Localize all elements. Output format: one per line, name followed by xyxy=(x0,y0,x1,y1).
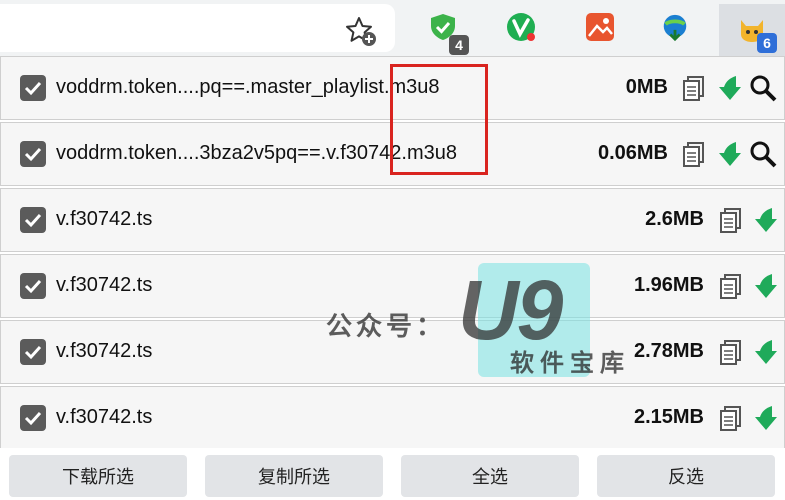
search-icon[interactable] xyxy=(748,139,778,169)
cat-extension-badge: 6 xyxy=(757,33,777,53)
select-all-button[interactable]: 全选 xyxy=(401,455,579,497)
file-size: 1.96MB xyxy=(633,274,704,296)
download-icon[interactable] xyxy=(714,139,744,169)
image-extension-icon[interactable] xyxy=(585,12,615,42)
v-extension-icon[interactable] xyxy=(506,12,536,42)
copy-icon[interactable] xyxy=(716,271,746,301)
item-checkbox[interactable] xyxy=(20,141,46,167)
browser-toolbar: 4 6 xyxy=(0,0,785,56)
file-size: 2.15MB xyxy=(633,406,704,428)
watermark-prefix: 公众号： xyxy=(326,311,447,341)
shield-extension-badge: 4 xyxy=(449,35,469,55)
action-bar: 下载所选 复制所选 全选 反选 xyxy=(0,448,785,500)
download-selected-button[interactable]: 下载所选 xyxy=(9,455,187,497)
search-icon[interactable] xyxy=(748,73,778,103)
download-icon[interactable] xyxy=(750,403,780,433)
copy-icon[interactable] xyxy=(716,205,746,235)
copy-icon[interactable] xyxy=(716,403,746,433)
invert-selection-button[interactable]: 反选 xyxy=(597,455,775,497)
file-name: v.f30742.ts xyxy=(56,340,153,362)
download-icon[interactable] xyxy=(750,205,780,235)
download-icon[interactable] xyxy=(750,271,780,301)
download-icon[interactable] xyxy=(750,337,780,367)
highlight-box xyxy=(390,64,488,175)
file-size: 0.06MB xyxy=(597,142,668,164)
item-checkbox[interactable] xyxy=(20,273,46,299)
idm-extension-icon[interactable] xyxy=(660,12,690,42)
file-name: v.f30742.ts xyxy=(56,208,153,230)
bookmark-star-icon[interactable] xyxy=(344,14,378,48)
file-name: v.f30742.ts xyxy=(56,406,153,428)
file-name: v.f30742.ts xyxy=(56,274,153,296)
watermark-suffix: 软件宝库 xyxy=(510,350,630,377)
file-size: 0MB xyxy=(625,76,668,98)
list-item[interactable]: v.f30742.ts 2.15MB xyxy=(0,386,785,450)
download-icon[interactable] xyxy=(714,73,744,103)
item-checkbox[interactable] xyxy=(20,339,46,365)
file-name: voddrm.token....pq==.master_playlist.m3u… xyxy=(56,76,440,98)
copy-icon[interactable] xyxy=(716,337,746,367)
list-item[interactable]: v.f30742.ts 2.6MB xyxy=(0,188,785,252)
copy-icon[interactable] xyxy=(679,73,709,103)
copy-icon[interactable] xyxy=(679,139,709,169)
item-checkbox[interactable] xyxy=(20,207,46,233)
copy-selected-button[interactable]: 复制所选 xyxy=(205,455,383,497)
item-checkbox[interactable] xyxy=(20,75,46,101)
address-bar[interactable] xyxy=(0,4,395,52)
item-checkbox[interactable] xyxy=(20,405,46,431)
file-size: 2.78MB xyxy=(633,340,704,362)
file-size: 2.6MB xyxy=(645,208,704,230)
